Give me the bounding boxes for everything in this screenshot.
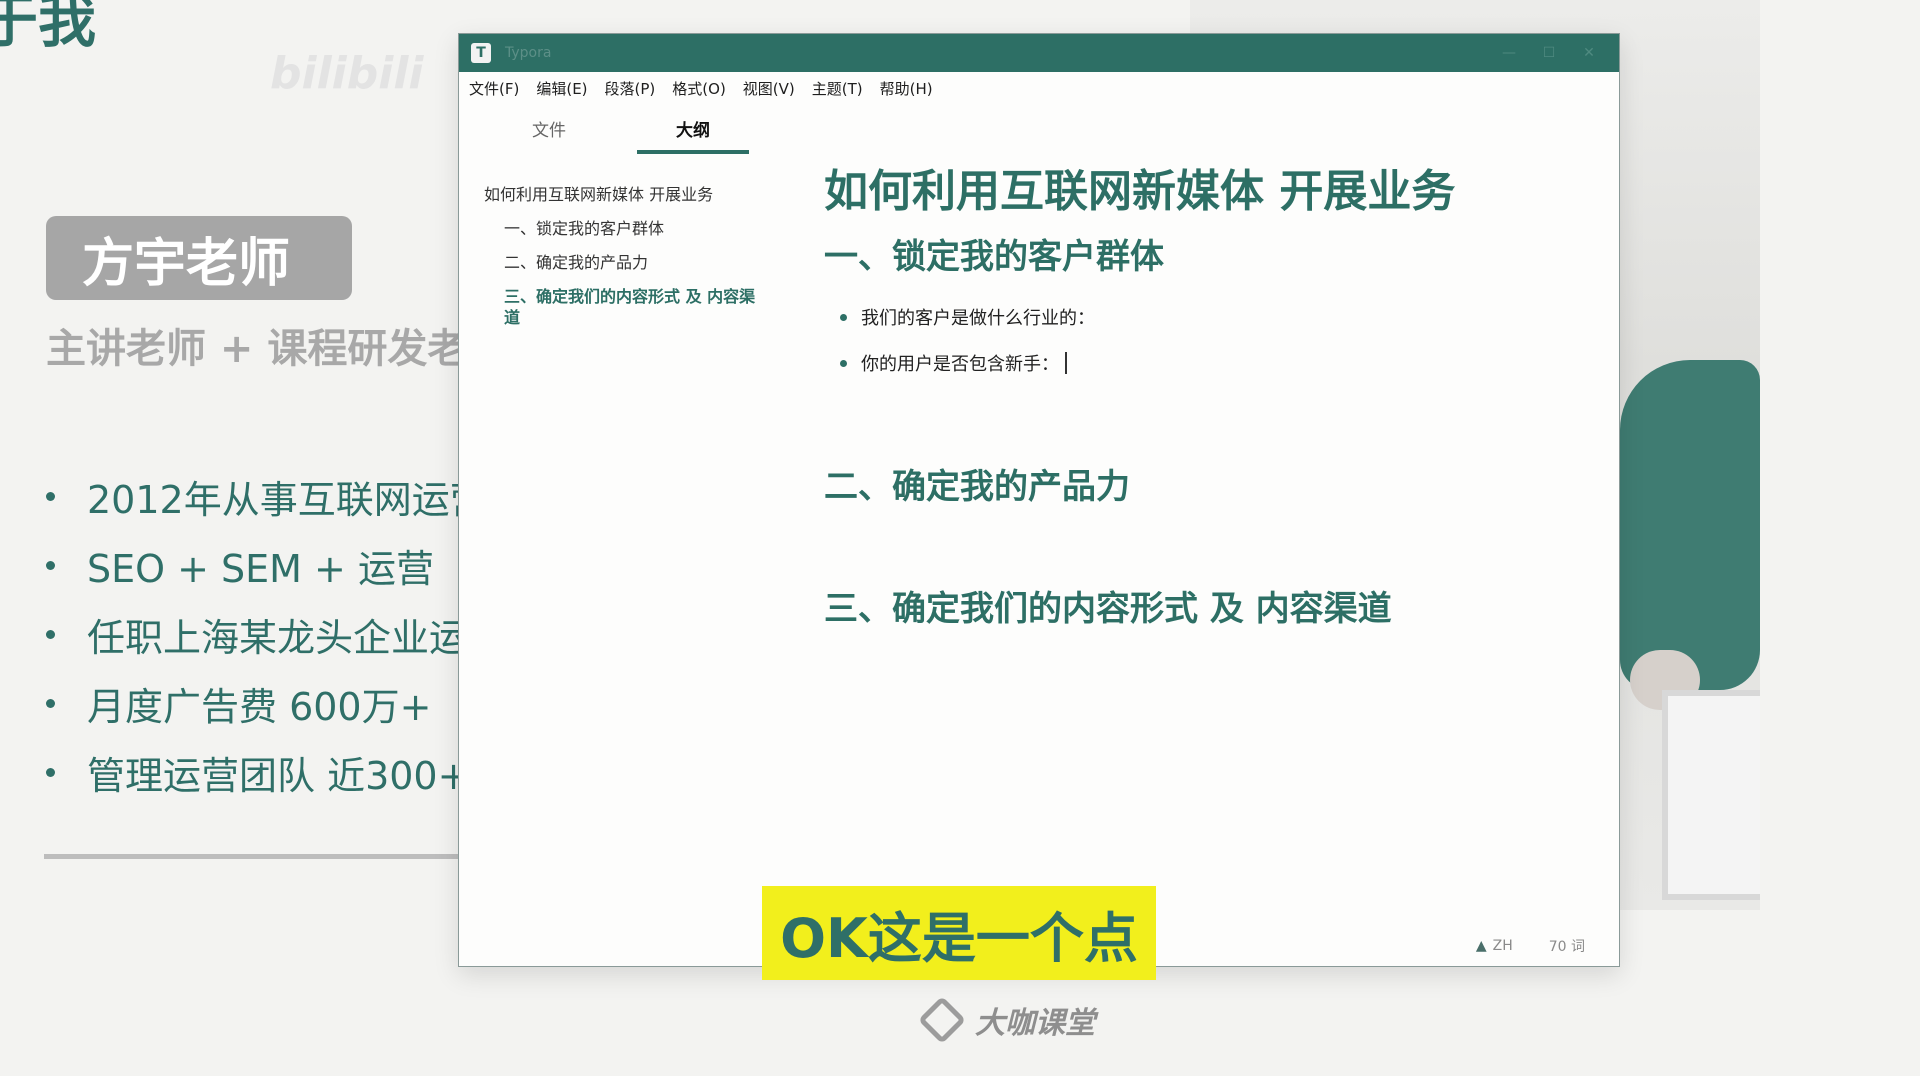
video-subtitle: OK这是一个点 bbox=[762, 886, 1156, 980]
outline-item-section-2[interactable]: 二、确定我的产品力 bbox=[484, 252, 764, 273]
stool bbox=[1662, 690, 1760, 900]
bio-item: 月度广告费 600万+ bbox=[46, 669, 488, 738]
menu-format[interactable]: 格式(O) bbox=[672, 78, 726, 99]
outline-item-section-1[interactable]: 一、锁定我的客户群体 bbox=[484, 218, 764, 239]
bullet-icon bbox=[46, 768, 55, 777]
slide-title: 于我 bbox=[0, 0, 97, 55]
document-title[interactable]: 如何利用互联网新媒体 开展业务 bbox=[824, 162, 1579, 222]
bullet-icon bbox=[46, 699, 55, 708]
brand-logo: 大咖课堂 bbox=[917, 995, 1095, 1045]
close-button[interactable]: ✕ bbox=[1569, 45, 1609, 61]
bio-item: SEO + SEM + 运营 bbox=[46, 531, 488, 600]
minimize-button[interactable]: — bbox=[1489, 45, 1529, 61]
bio-item: 管理运营团队 近300+ bbox=[46, 738, 488, 807]
bilibili-watermark: bilibili bbox=[270, 48, 424, 99]
typora-window: T Typora — ☐ ✕ 文件(F) 编辑(E) 段落(P) 格式(O) 视… bbox=[458, 33, 1620, 967]
editor-area[interactable]: 如何利用互联网新媒体 开展业务 一、锁定我的客户群体 我们的客户是做什么行业的：… bbox=[824, 162, 1579, 632]
slide-divider bbox=[44, 854, 464, 859]
tab-files[interactable]: 文件 bbox=[493, 116, 605, 150]
bullet-list: 我们的客户是做什么行业的： 你的用户是否包含新手： bbox=[824, 294, 1579, 386]
text-cursor bbox=[1065, 352, 1067, 374]
bullet-icon bbox=[840, 359, 847, 367]
heading-section-3[interactable]: 三、确定我们的内容形式 及 内容渠道 bbox=[824, 586, 1579, 632]
sidebar: 文件 大纲 如何利用互联网新媒体 开展业务 一、锁定我的客户群体 二、确定我的产… bbox=[459, 104, 774, 966]
outline-list: 如何利用互联网新媒体 开展业务 一、锁定我的客户群体 二、确定我的产品力 三、确… bbox=[484, 184, 764, 341]
menu-file[interactable]: 文件(F) bbox=[469, 78, 519, 99]
sidebar-tabs: 文件 大纲 bbox=[459, 104, 774, 162]
title-bar[interactable]: T Typora — ☐ ✕ bbox=[459, 34, 1619, 72]
tab-outline[interactable]: 大纲 bbox=[637, 116, 749, 154]
bullet-icon bbox=[46, 492, 55, 501]
bullet-icon bbox=[840, 313, 847, 321]
window-controls: — ☐ ✕ bbox=[1489, 34, 1609, 72]
presenter-arm bbox=[1620, 360, 1760, 690]
list-item[interactable]: 我们的客户是做什么行业的： bbox=[824, 294, 1579, 340]
bullet-icon bbox=[46, 561, 55, 570]
typora-app-icon: T bbox=[471, 43, 491, 63]
outline-item-section-3[interactable]: 三、确定我们的内容形式 及 内容渠道 bbox=[484, 286, 764, 328]
menu-paragraph[interactable]: 段落(P) bbox=[605, 78, 656, 99]
warning-icon[interactable]: ▲ bbox=[1476, 938, 1487, 954]
bio-list: 2012年从事互联网运营 SEO + SEM + 运营 任职上海某龙头企业运 月… bbox=[46, 462, 488, 807]
menu-view[interactable]: 视图(V) bbox=[743, 78, 795, 99]
menu-edit[interactable]: 编辑(E) bbox=[536, 78, 587, 99]
maximize-button[interactable]: ☐ bbox=[1529, 45, 1569, 61]
bio-item: 任职上海某龙头企业运 bbox=[46, 600, 488, 669]
window-title: Typora bbox=[505, 45, 552, 61]
word-count[interactable]: 70 词 bbox=[1549, 936, 1585, 956]
menu-help[interactable]: 帮助(H) bbox=[880, 78, 933, 99]
bio-item: 2012年从事互联网运营 bbox=[46, 462, 488, 531]
heading-section-1[interactable]: 一、锁定我的客户群体 bbox=[824, 234, 1579, 280]
teacher-name-badge: 方宇老师 bbox=[46, 216, 352, 300]
status-bar: ▲ ZH 70 词 bbox=[1476, 936, 1585, 956]
outline-item-title[interactable]: 如何利用互联网新媒体 开展业务 bbox=[484, 184, 764, 205]
logo-text: 大咖课堂 bbox=[975, 1006, 1095, 1041]
language-indicator[interactable]: ZH bbox=[1493, 938, 1513, 954]
logo-mark-icon bbox=[917, 995, 967, 1045]
list-item[interactable]: 你的用户是否包含新手： bbox=[824, 340, 1579, 386]
menu-bar: 文件(F) 编辑(E) 段落(P) 格式(O) 视图(V) 主题(T) 帮助(H… bbox=[459, 72, 1619, 104]
heading-section-2[interactable]: 二、确定我的产品力 bbox=[824, 464, 1579, 510]
bullet-icon bbox=[46, 630, 55, 639]
menu-theme[interactable]: 主题(T) bbox=[812, 78, 863, 99]
teacher-role: 主讲老师 + 课程研发老 bbox=[46, 326, 468, 372]
